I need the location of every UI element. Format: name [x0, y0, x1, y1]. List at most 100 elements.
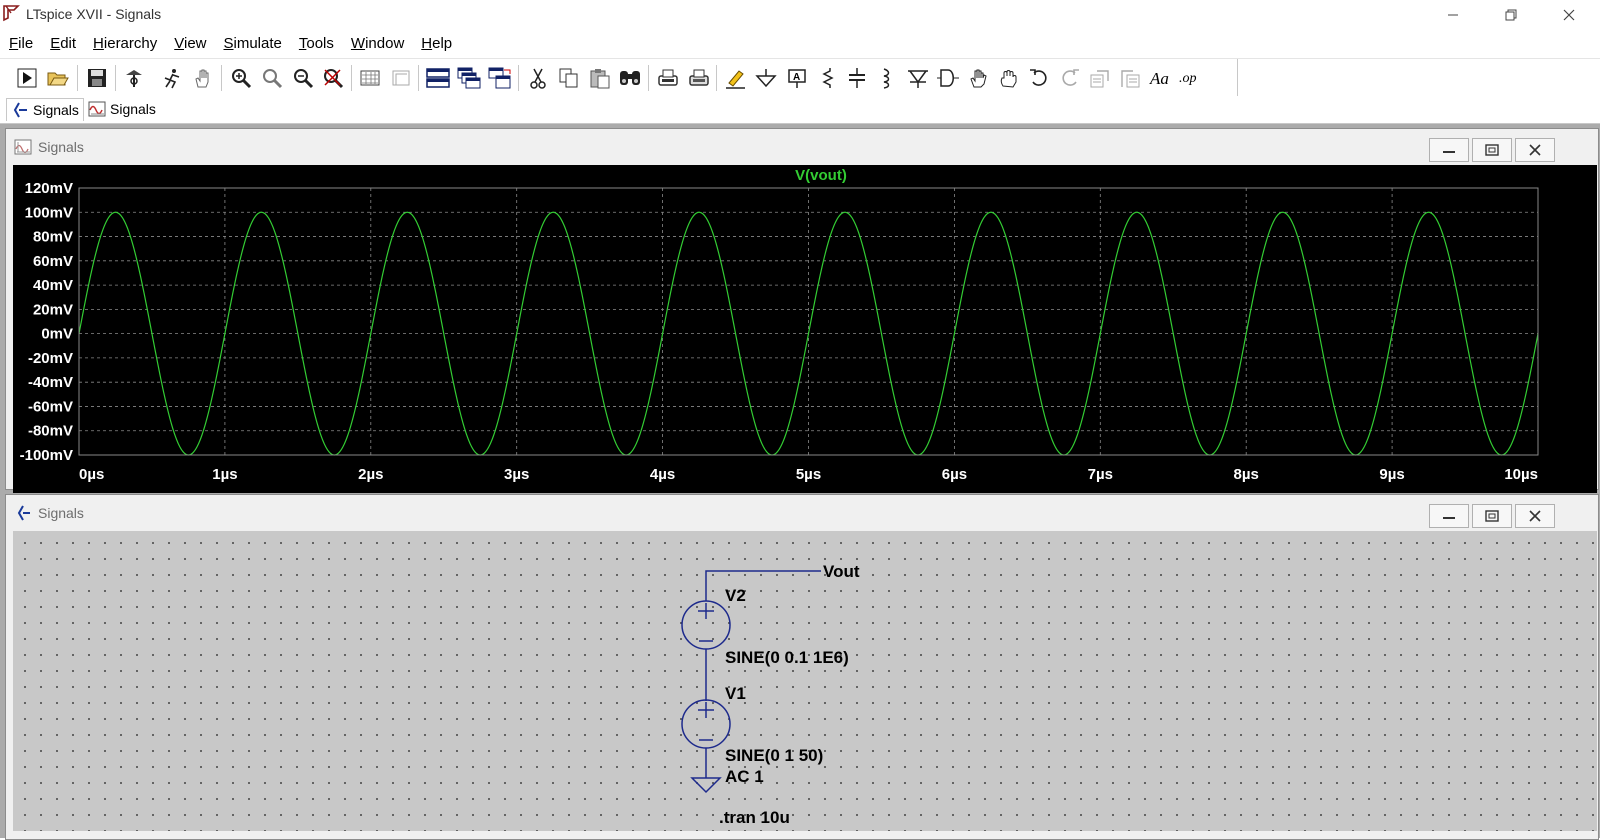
- schematic-window-titlebar[interactable]: Signals: [6, 495, 1598, 529]
- x-tick-label[interactable]: 6µs: [942, 466, 967, 483]
- drag-icon[interactable]: [996, 65, 1022, 91]
- ground-icon[interactable]: [753, 65, 779, 91]
- text-icon[interactable]: Aa: [1148, 65, 1174, 91]
- autorange-icon[interactable]: [357, 65, 383, 91]
- capacitor-icon[interactable]: [844, 65, 870, 91]
- pan-hand-icon[interactable]: [190, 65, 216, 91]
- menu-help[interactable]: Help: [412, 32, 452, 56]
- menu-tools[interactable]: Tools: [290, 32, 334, 56]
- move-icon[interactable]: [966, 65, 992, 91]
- schematic-window: Signals Vout V2 SINE(0 0.1 1E6) V1 SINE(…: [5, 494, 1599, 840]
- menu-view[interactable]: View: [165, 32, 206, 56]
- tran-directive[interactable]: .tran 10u: [719, 808, 790, 827]
- diode-icon[interactable]: [905, 65, 931, 91]
- y-tick-label[interactable]: 0mV: [41, 326, 73, 343]
- draw-wire-icon[interactable]: [723, 65, 749, 91]
- x-tick-label[interactable]: 1µs: [212, 466, 237, 483]
- label-net-icon[interactable]: A: [784, 65, 810, 91]
- rotate-icon[interactable]: [1087, 65, 1113, 91]
- v1-name-label[interactable]: V1: [725, 684, 746, 703]
- svg-text:A: A: [793, 72, 800, 83]
- zoom-area-icon[interactable]: [259, 65, 285, 91]
- print-preview-icon[interactable]: [655, 65, 681, 91]
- v2-value-label[interactable]: SINE(0 0.1 1E6): [725, 648, 849, 667]
- x-tick-label[interactable]: 9µs: [1379, 466, 1404, 483]
- waveform-minimize-button[interactable]: [1429, 138, 1469, 162]
- x-tick-label[interactable]: 3µs: [504, 466, 529, 483]
- y-tick-label[interactable]: -60mV: [28, 398, 73, 415]
- waveform-window-titlebar[interactable]: Signals: [6, 129, 1598, 163]
- save-icon[interactable]: [84, 65, 110, 91]
- halt-icon[interactable]: [159, 65, 185, 91]
- vout-wire[interactable]: [705, 570, 821, 590]
- tile-vertical-icon[interactable]: [487, 65, 513, 91]
- ltspice-logo-icon: [3, 5, 20, 22]
- menu-edit[interactable]: Edit: [41, 32, 76, 56]
- close-window-button[interactable]: [1540, 0, 1598, 30]
- zoom-cancel-icon[interactable]: [320, 65, 346, 91]
- minimize-window-button[interactable]: [1424, 0, 1482, 30]
- tile-horizontal-icon[interactable]: [425, 65, 451, 91]
- trace-label[interactable]: V(vout): [795, 167, 847, 184]
- y-tick-label[interactable]: 60mV: [33, 253, 73, 270]
- schematic-maximize-button[interactable]: [1472, 504, 1512, 528]
- vout-net-label[interactable]: Vout: [823, 562, 860, 581]
- y-tick-label[interactable]: -20mV: [28, 350, 73, 367]
- waveform-maximize-button[interactable]: [1472, 138, 1512, 162]
- y-tick-label[interactable]: -40mV: [28, 374, 73, 391]
- inductor-icon[interactable]: [874, 65, 900, 91]
- schematic-canvas[interactable]: Vout V2 SINE(0 0.1 1E6) V1 SINE(0 1 50) …: [13, 531, 1597, 831]
- restore-window-button[interactable]: [1482, 0, 1540, 30]
- x-tick-label[interactable]: 5µs: [796, 466, 821, 483]
- tab-schematic-signals[interactable]: Signals: [6, 98, 84, 121]
- x-tick-label[interactable]: 4µs: [650, 466, 675, 483]
- resistor-icon[interactable]: [815, 65, 841, 91]
- y-tick-label[interactable]: 40mV: [33, 277, 73, 294]
- zoom-in-icon[interactable]: [228, 65, 254, 91]
- y-tick-label[interactable]: 80mV: [33, 229, 73, 246]
- cascade-icon[interactable]: [456, 65, 482, 91]
- paste-icon[interactable]: [587, 65, 613, 91]
- x-tick-label[interactable]: 8µs: [1234, 466, 1259, 483]
- schematic-close-button[interactable]: [1515, 504, 1555, 528]
- undo-icon[interactable]: [1026, 65, 1052, 91]
- print-icon[interactable]: [686, 65, 712, 91]
- mirror-icon[interactable]: [1117, 65, 1143, 91]
- y-tick-label[interactable]: -100mV: [20, 447, 73, 464]
- v2-name-label[interactable]: V2: [725, 586, 746, 605]
- waveform-chart[interactable]: V(vout) 120mV 100mV 80mV 60mV 40mV 20mV 0mV -20…: [13, 165, 1597, 493]
- v1-ac-label[interactable]: AC 1: [725, 767, 764, 786]
- menu-window[interactable]: Window: [342, 32, 404, 56]
- redo-icon[interactable]: [1057, 65, 1083, 91]
- mark-unused-icon[interactable]: [388, 65, 414, 91]
- component-icon[interactable]: [935, 65, 961, 91]
- open-icon[interactable]: [45, 65, 71, 91]
- find-icon[interactable]: [617, 65, 643, 91]
- tab-waveform-signals[interactable]: Signals: [84, 98, 160, 120]
- x-tick-label[interactable]: 7µs: [1088, 466, 1113, 483]
- spice-directive-icon[interactable]: .op: [1178, 65, 1204, 91]
- waveform-plot-pane[interactable]: V(vout) 120mV 100mV 80mV 60mV 40mV 20mV 0mV -20…: [13, 165, 1597, 493]
- run-icon[interactable]: [14, 65, 40, 91]
- waveform-close-button[interactable]: [1515, 138, 1555, 162]
- menu-simulate[interactable]: Simulate: [215, 32, 282, 56]
- y-tick-label[interactable]: -80mV: [28, 423, 73, 440]
- cut-icon[interactable]: [525, 65, 551, 91]
- x-tick-label[interactable]: 2µs: [358, 466, 383, 483]
- menu-hierarchy[interactable]: Hierarchy: [84, 32, 157, 56]
- menu-file[interactable]: File: [0, 32, 33, 56]
- v1-voltage-source[interactable]: [681, 699, 731, 778]
- v2-voltage-source[interactable]: [681, 590, 731, 701]
- control-panel-icon[interactable]: [121, 65, 147, 91]
- zoom-out-icon[interactable]: [290, 65, 316, 91]
- y-tick-label[interactable]: 120mV: [25, 180, 73, 197]
- x-tick-label[interactable]: 10µs: [1504, 466, 1538, 483]
- y-tick-label[interactable]: 20mV: [33, 301, 73, 318]
- ground-symbol[interactable]: [690, 777, 722, 794]
- waveform-window-title: Signals: [38, 139, 84, 155]
- copy-icon[interactable]: [556, 65, 582, 91]
- x-tick-label[interactable]: 0µs: [79, 466, 104, 483]
- schematic-minimize-button[interactable]: [1429, 504, 1469, 528]
- y-tick-label[interactable]: 100mV: [25, 204, 73, 221]
- v1-value-label[interactable]: SINE(0 1 50): [725, 746, 823, 765]
